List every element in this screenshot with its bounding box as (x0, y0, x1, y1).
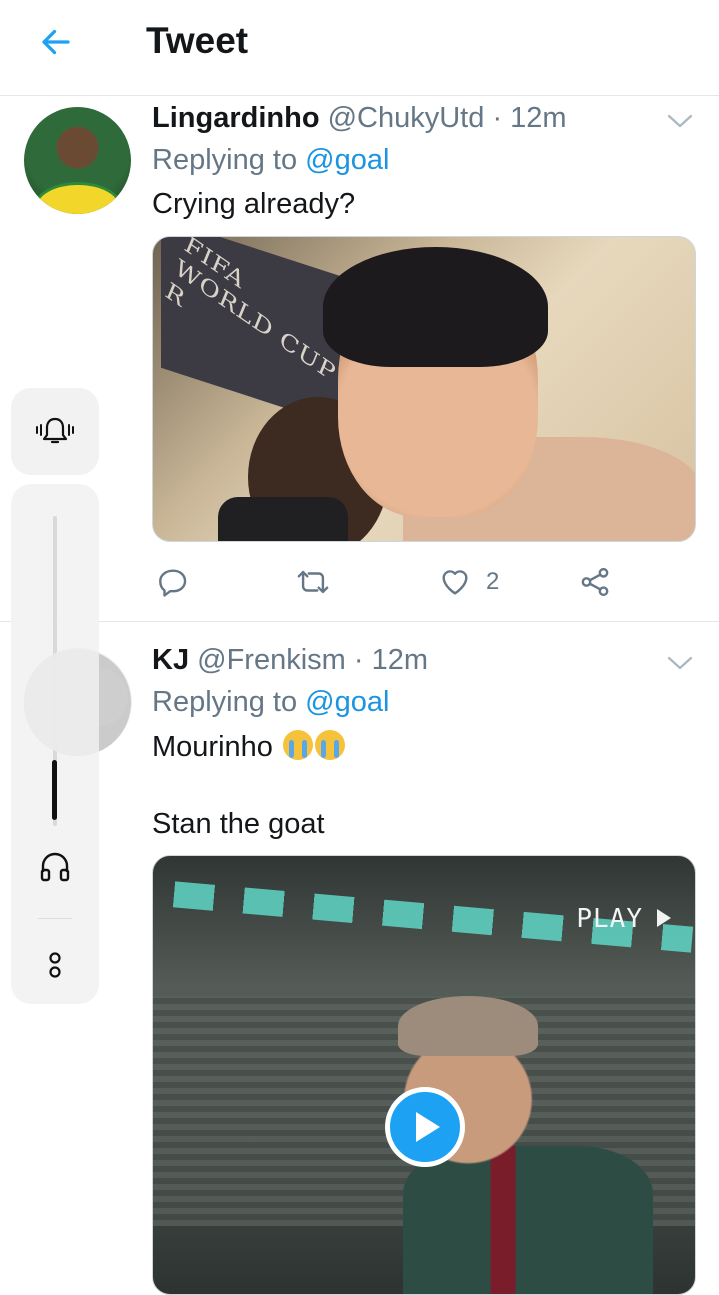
tweet-time: 12m (510, 102, 567, 134)
mention-link[interactable]: @goal (305, 144, 389, 176)
notification-mode-button[interactable] (11, 388, 99, 475)
replying-to: Replying to @goal (152, 686, 389, 719)
background-person-shoulders (218, 497, 348, 541)
tweet-author-row: Lingardinho @ChukyUtd · 12m (152, 102, 567, 135)
player-hair (398, 996, 538, 1056)
separator-dot: · (353, 644, 364, 676)
author-handle[interactable]: @Frenkism (197, 644, 346, 676)
volume-panel (11, 484, 132, 1004)
replying-prefix: Replying to (152, 144, 298, 176)
play-button[interactable] (385, 1087, 465, 1167)
more-icon[interactable] (47, 950, 63, 980)
tweet[interactable]: Lingardinho @ChukyUtd · 12m Replying to … (0, 97, 719, 622)
replying-to: Replying to @goal (152, 144, 389, 177)
tweet-text: Crying already? (152, 188, 356, 220)
author-name[interactable]: Lingardinho (152, 102, 320, 134)
page-title: Tweet (146, 20, 249, 61)
tweet-time: 12m (371, 644, 429, 676)
volume-level (52, 760, 57, 820)
heart-icon (442, 570, 468, 595)
like-button[interactable]: 2 (438, 557, 499, 607)
video-overlay-label: PLAY (576, 904, 643, 934)
overlay-play-icon (657, 909, 671, 927)
tweet-text-line: Mourinho (152, 730, 345, 764)
tweet-actions: 2 (152, 557, 696, 607)
retweet-button[interactable] (296, 557, 330, 607)
volume-knob[interactable] (24, 648, 132, 756)
author-handle[interactable]: @ChukyUtd (328, 102, 485, 134)
author-name[interactable]: KJ (152, 644, 189, 676)
top-bar: Tweet (0, 0, 719, 96)
back-button[interactable] (34, 20, 78, 64)
crying-face-emoji (282, 730, 313, 760)
like-count: 2 (486, 568, 500, 595)
share-button[interactable] (578, 557, 612, 607)
reply-button[interactable] (156, 557, 190, 607)
tweet-text-line: Stan the goat (152, 808, 325, 840)
share-icon (581, 567, 609, 597)
tweet-video[interactable]: PLAY (152, 855, 696, 1295)
crying-face-emoji (314, 730, 345, 760)
tweet-image[interactable]: FIFA WORLD CUP R (152, 236, 696, 542)
divider (38, 918, 72, 919)
avatar[interactable] (24, 107, 131, 214)
avatar-shirt (34, 182, 122, 214)
mention-link[interactable]: @goal (305, 686, 389, 718)
chevron-down-icon[interactable] (665, 651, 695, 675)
bell-icon (36, 417, 74, 443)
tweet-text-mourinho: Mourinho (152, 731, 273, 763)
sign-text: FIFA WORLD CUP R (161, 236, 340, 387)
player-hair (323, 247, 548, 367)
arrow-left-icon (42, 29, 70, 55)
reply-icon (159, 569, 187, 597)
retweet-icon (297, 570, 329, 594)
chevron-down-icon[interactable] (665, 109, 695, 133)
headset-icon[interactable] (38, 850, 72, 884)
replying-prefix: Replying to (152, 686, 298, 718)
tweet-author-row: KJ @Frenkism · 12m (152, 644, 428, 677)
separator-dot: · (492, 102, 503, 134)
